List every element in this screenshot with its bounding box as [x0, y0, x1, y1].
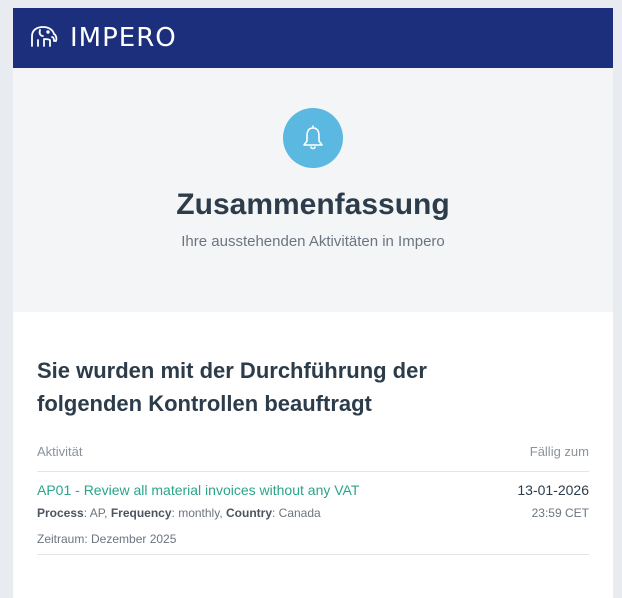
column-activity: Aktivität [37, 444, 83, 459]
due-date: 13-01-2026 [517, 482, 589, 498]
process-value: : AP, [83, 506, 111, 520]
brand-name: IMPERO [70, 23, 177, 53]
table-header: Aktivität Fällig zum [37, 444, 589, 472]
table-row: AP01 - Review all material invoices with… [37, 472, 589, 555]
country-label: Country [226, 506, 272, 520]
bell-icon [303, 125, 323, 150]
activity-link[interactable]: AP01 - Review all material invoices with… [37, 482, 359, 498]
email-card: IMPERO Zusammenfassung Ihre ausstehenden… [13, 8, 613, 598]
bell-badge [283, 108, 343, 168]
summary-title: Zusammenfassung [176, 188, 450, 221]
process-label: Process [37, 506, 84, 520]
due-time: 23:59 CET [531, 506, 589, 520]
period-text: Zeitraum: Dezember 2025 [37, 532, 177, 546]
frequency-value: : monthly, [171, 506, 226, 520]
header-bar: IMPERO [13, 8, 613, 68]
summary-subtitle: Ihre ausstehenden Aktivitäten in Impero [181, 233, 445, 250]
section-title: Sie wurden mit der Durchführung der folg… [37, 358, 427, 416]
frequency-label: Frequency [110, 506, 172, 520]
activity-section: Sie wurden mit der Durchführung der folg… [13, 312, 613, 555]
elephant-icon [31, 26, 58, 47]
country-value: : Canada [272, 506, 321, 520]
summary-hero: Zusammenfassung Ihre ausstehenden Aktivi… [13, 68, 613, 312]
column-due: Fällig zum [529, 444, 589, 459]
activity-meta: Process: AP, Frequency: monthly, Country… [37, 506, 321, 520]
